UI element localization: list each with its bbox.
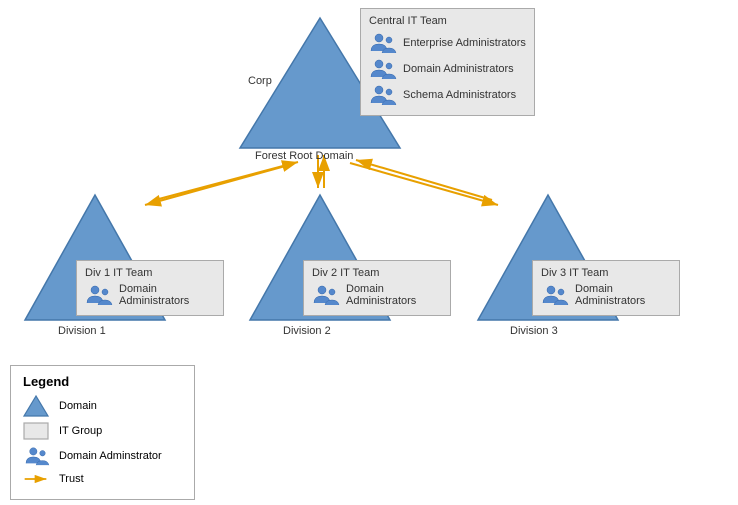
division2-label: Division 2 xyxy=(283,325,331,337)
legend-it-group-icon xyxy=(23,422,53,440)
division3-label: Division 3 xyxy=(510,325,558,337)
corp-label: Corp xyxy=(248,75,272,87)
legend: Legend Domain IT Group Domain Adminstrat… xyxy=(10,365,195,500)
div3-it-title: Div 3 IT Team xyxy=(541,267,671,279)
forest-root-label: Forest Root Domain xyxy=(255,150,353,162)
central-it-title: Central IT Team xyxy=(369,15,526,27)
div2-row-1: DomainAdministrators xyxy=(312,283,442,307)
central-row-2: Domain Administrators xyxy=(369,57,526,81)
legend-title: Legend xyxy=(23,374,182,389)
div3-row-1: DomainAdministrators xyxy=(541,283,671,307)
central-row-3: Schema Administrators xyxy=(369,83,526,107)
legend-trust: Trust xyxy=(23,472,182,486)
legend-domain-icon xyxy=(23,395,53,417)
legend-it-group: IT Group xyxy=(23,422,182,440)
division1-label: Division 1 xyxy=(58,325,106,337)
legend-domain: Domain xyxy=(23,395,182,417)
legend-admin: Domain Adminstrator xyxy=(23,445,182,467)
div1-row-1: DomainAdministrators xyxy=(85,283,215,307)
diagram: Corp Forest Root Domain Division 1 Divis… xyxy=(0,0,738,390)
legend-trust-icon xyxy=(23,472,53,486)
legend-admin-icon xyxy=(23,445,53,467)
div1-it-group-box: Div 1 IT Team DomainAdministrators xyxy=(76,260,224,316)
central-row-1: Enterprise Administrators xyxy=(369,31,526,55)
div3-it-group-box: Div 3 IT Team DomainAdministrators xyxy=(532,260,680,316)
div2-it-group-box: Div 2 IT Team DomainAdministrators xyxy=(303,260,451,316)
div1-it-title: Div 1 IT Team xyxy=(85,267,215,279)
central-it-group-box: Central IT Team Enterprise Administrator… xyxy=(360,8,535,116)
div2-it-title: Div 2 IT Team xyxy=(312,267,442,279)
